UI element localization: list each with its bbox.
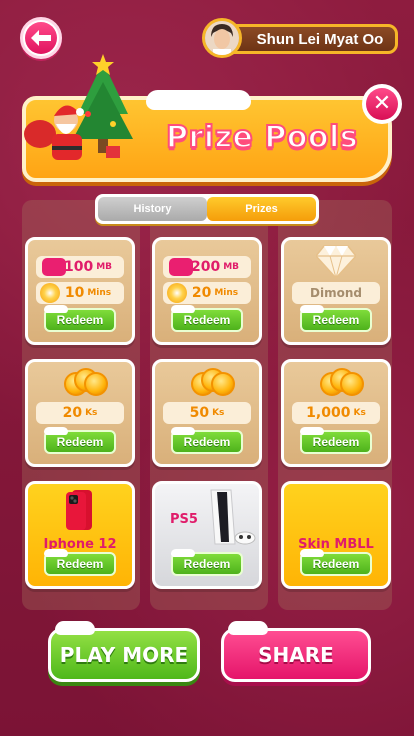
- cash-amount: 50 Ks: [163, 402, 251, 424]
- prize-card-ps5: PS5 Redeem: [152, 481, 262, 589]
- data-amount: 100 MB: [36, 256, 124, 278]
- prize-card-diamond: Dimond Redeem: [281, 237, 391, 345]
- back-button[interactable]: [20, 17, 62, 59]
- prize-card-200mb: 200 MB 20 Mins Redeem: [152, 237, 262, 345]
- redeem-button[interactable]: Redeem: [44, 305, 116, 332]
- minutes-amount: 20 Mins: [163, 282, 251, 304]
- tab-prizes[interactable]: Prizes: [207, 197, 316, 221]
- coins-icon: [191, 368, 235, 398]
- skin-label: Skin MBLL: [298, 537, 374, 552]
- play-more-button[interactable]: PLAY MORE: [48, 621, 200, 682]
- close-icon: ✕: [366, 88, 398, 120]
- clock-icon: [40, 283, 60, 303]
- diamond-label: Dimond: [292, 282, 380, 304]
- user-profile[interactable]: Shun Lei Myat Oo: [202, 18, 398, 58]
- redeem-button[interactable]: Redeem: [300, 549, 372, 576]
- snow-decoration: [146, 90, 251, 110]
- iphone-label: Iphone 12: [43, 537, 117, 552]
- coins-icon: [320, 368, 364, 398]
- minutes-amount: 10 Mins: [36, 282, 124, 304]
- redeem-button[interactable]: Redeem: [171, 305, 243, 332]
- prize-card-20ks: 20 Ks Redeem: [25, 359, 135, 467]
- ps5-label: PS5: [170, 512, 198, 527]
- clock-icon: [167, 283, 187, 303]
- avatar: [202, 18, 242, 58]
- redeem-button[interactable]: Redeem: [300, 305, 372, 332]
- cash-amount: 1,000 Ks: [292, 402, 380, 424]
- close-button[interactable]: ✕: [362, 84, 402, 124]
- redeem-button[interactable]: Redeem: [300, 427, 372, 454]
- diamond-icon: [316, 245, 356, 280]
- iphone-icon: [66, 490, 92, 530]
- cloud-data-icon: [42, 258, 66, 276]
- share-button[interactable]: SHARE: [221, 621, 371, 682]
- page-title: Prize Pools: [165, 119, 359, 156]
- tab-history[interactable]: History: [98, 197, 207, 221]
- santa-christmas-tree-icon: [24, 54, 133, 160]
- user-name-bar: Shun Lei Myat Oo: [224, 24, 398, 54]
- coins-icon: [64, 368, 108, 398]
- redeem-button[interactable]: Redeem: [44, 427, 116, 454]
- avatar-face-icon: [205, 21, 239, 55]
- data-amount: 200 MB: [163, 256, 251, 278]
- prize-card-50ks: 50 Ks Redeem: [152, 359, 262, 467]
- prize-card-skin: Skin MBLL Redeem: [281, 481, 391, 589]
- arrow-left-icon: [31, 30, 51, 46]
- redeem-button[interactable]: Redeem: [44, 549, 116, 576]
- user-name: Shun Lei Myat Oo: [256, 30, 384, 48]
- prize-card-1000ks: 1,000 Ks Redeem: [281, 359, 391, 467]
- redeem-button[interactable]: Redeem: [171, 427, 243, 454]
- prize-card-iphone: Iphone 12 Redeem: [25, 481, 135, 589]
- prize-card-100mb: 100 MB 10 Mins Redeem: [25, 237, 135, 345]
- cash-amount: 20 Ks: [36, 402, 124, 424]
- ps5-console-icon: [210, 489, 256, 545]
- cloud-data-icon: [169, 258, 193, 276]
- redeem-button[interactable]: Redeem: [171, 549, 243, 576]
- prize-tabs: History Prizes: [95, 194, 319, 224]
